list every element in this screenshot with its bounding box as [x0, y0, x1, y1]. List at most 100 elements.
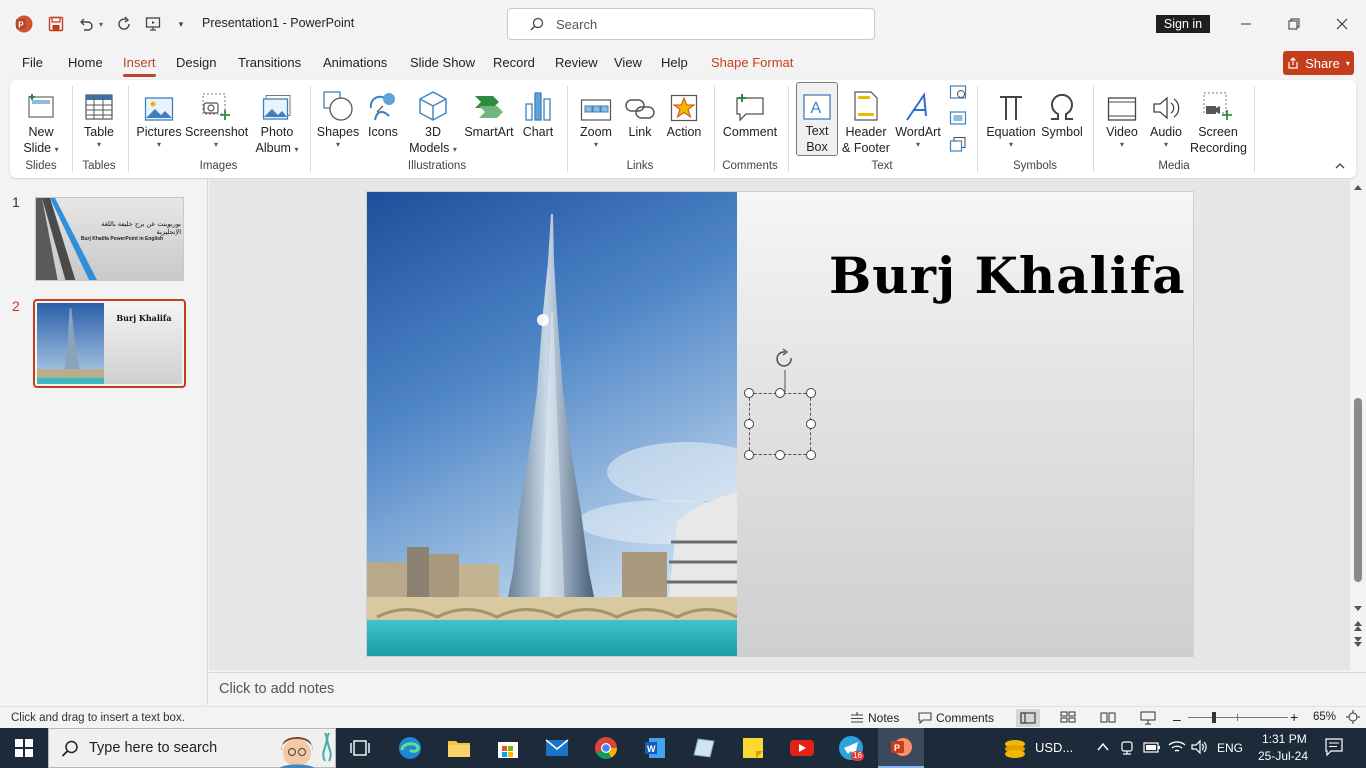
shapes-button[interactable]: Shapes ▾ — [316, 84, 360, 150]
wifi-icon[interactable] — [1168, 739, 1186, 755]
wordart-button[interactable]: WordArt ▾ — [894, 84, 942, 150]
next-slide-icon[interactable] — [1353, 636, 1363, 648]
slide-thumbnail-2[interactable]: Burj Khalifa — [33, 299, 186, 388]
tab-view[interactable]: View — [614, 55, 642, 70]
volume-icon[interactable] — [1190, 739, 1208, 755]
audio-button[interactable]: Audio ▾ — [1146, 84, 1186, 150]
sticky-notes-app-icon[interactable] — [739, 734, 767, 762]
tab-design[interactable]: Design — [176, 55, 216, 70]
zoom-slider-thumb[interactable] — [1212, 712, 1216, 723]
customize-toolbar-icon[interactable]: ▾ — [174, 14, 188, 34]
powerpoint-app-icon[interactable]: P — [878, 728, 924, 768]
video-button[interactable]: Video ▾ — [1102, 84, 1142, 150]
redo-icon[interactable] — [114, 14, 134, 34]
tab-animations[interactable]: Animations — [323, 55, 387, 70]
search-input[interactable]: Search — [507, 8, 875, 40]
pictures-button[interactable]: Pictures ▾ — [135, 84, 183, 150]
screen-recording-button[interactable]: Screen Recording — [1190, 84, 1247, 156]
notes-app-icon[interactable] — [690, 734, 718, 762]
vertical-scrollbar[interactable] — [1350, 180, 1366, 650]
slide-show-button[interactable] — [1140, 711, 1156, 725]
tab-record[interactable]: Record — [493, 55, 535, 70]
slide-sorter-button[interactable] — [1060, 711, 1076, 723]
input-language[interactable]: ENG — [1217, 741, 1243, 755]
tab-file[interactable]: File — [22, 55, 43, 70]
equation-button[interactable]: Equation ▾ — [984, 84, 1038, 150]
comment-button[interactable]: Comment — [720, 84, 780, 140]
chart-button[interactable]: Chart — [520, 84, 556, 140]
date-time-button[interactable] — [948, 84, 968, 104]
notifications-icon[interactable] — [1325, 738, 1343, 756]
currency-widget-label[interactable]: USD... — [1035, 740, 1073, 755]
slide-thumbnail-1[interactable]: بوربوينت عن برج خليفة باللغة الإنجليزية … — [35, 197, 184, 281]
undo-dropdown-icon[interactable]: ▾ — [96, 14, 106, 34]
normal-view-button[interactable] — [1016, 709, 1040, 727]
zoom-level[interactable]: 65% — [1313, 711, 1336, 723]
edge-app-icon[interactable] — [396, 734, 424, 762]
current-slide[interactable]: Burj Khalifa — [366, 191, 1194, 657]
zoom-out-button[interactable]: – — [1173, 711, 1181, 727]
battery-icon[interactable] — [1143, 740, 1161, 754]
scroll-up-icon[interactable] — [1353, 183, 1363, 191]
resize-handle-left[interactable] — [744, 419, 754, 429]
table-button[interactable]: Table ▾ — [78, 84, 120, 150]
tab-slide-show[interactable]: Slide Show — [410, 55, 475, 70]
header-footer-button[interactable]: Header & Footer — [842, 84, 890, 156]
fit-slide-button[interactable] — [1346, 710, 1360, 724]
comments-toggle-button[interactable]: Comments — [918, 711, 994, 725]
notes-placeholder[interactable]: Click to add notes — [219, 681, 334, 697]
close-button[interactable] — [1330, 12, 1354, 36]
webcam-icon[interactable] — [1120, 740, 1134, 756]
zoom-button[interactable]: Zoom ▾ — [576, 84, 616, 150]
text-box-button[interactable]: A Text Box — [796, 82, 838, 156]
tab-help[interactable]: Help — [661, 55, 688, 70]
youtube-app-icon[interactable] — [788, 734, 816, 762]
tab-insert[interactable]: Insert — [123, 55, 156, 77]
word-app-icon[interactable]: W — [641, 734, 669, 762]
resize-handle-bottom-left[interactable] — [744, 450, 754, 460]
telegram-app-icon[interactable]: 16 — [837, 734, 865, 762]
microsoft-store-app-icon[interactable] — [494, 734, 522, 762]
new-slide-button[interactable]: New Slide ▾ — [20, 84, 62, 156]
3d-models-button[interactable]: 3D Models ▾ — [408, 84, 458, 156]
burj-khalifa-photo[interactable] — [367, 192, 737, 657]
smartart-button[interactable]: SmartArt — [464, 84, 514, 140]
notes-pane[interactable]: Click to add notes — [209, 672, 1366, 705]
task-view-button[interactable] — [346, 734, 374, 762]
resize-handle-top-right[interactable] — [806, 388, 816, 398]
resize-handle-bottom-right[interactable] — [806, 450, 816, 460]
restore-button[interactable] — [1282, 12, 1306, 36]
photo-album-button[interactable]: Photo Album ▾ — [252, 84, 302, 156]
symbol-button[interactable]: Symbol — [1038, 84, 1086, 140]
mail-app-icon[interactable] — [543, 734, 571, 762]
tab-review[interactable]: Review — [555, 55, 598, 70]
reading-view-button[interactable] — [1100, 711, 1116, 723]
action-button[interactable]: Action — [662, 84, 706, 140]
collapse-ribbon-icon[interactable] — [1334, 160, 1348, 174]
scroll-down-icon[interactable] — [1353, 605, 1363, 613]
show-hidden-icons[interactable] — [1097, 742, 1109, 752]
screenshot-button[interactable]: Screenshot ▾ — [185, 84, 248, 150]
currency-widget-icon[interactable] — [1002, 736, 1028, 760]
present-from-start-icon[interactable] — [143, 14, 163, 34]
notes-toggle-button[interactable]: Notes — [850, 711, 899, 725]
save-icon[interactable] — [46, 14, 66, 34]
undo-icon[interactable] — [76, 14, 96, 34]
icons-button[interactable]: Icons — [364, 84, 402, 140]
resize-handle-right[interactable] — [806, 419, 816, 429]
minimize-button[interactable] — [1234, 12, 1258, 36]
resize-handle-top[interactable] — [775, 388, 785, 398]
zoom-in-button[interactable]: + — [1290, 709, 1298, 725]
object-button[interactable] — [948, 136, 968, 156]
resize-handle-top-left[interactable] — [744, 388, 754, 398]
tab-shape-format[interactable]: Shape Format — [711, 55, 793, 70]
sign-in-button[interactable]: Sign in — [1156, 15, 1210, 33]
windows-start-button[interactable] — [10, 734, 38, 762]
clock-date[interactable]: 25-Jul-24 — [1258, 749, 1308, 763]
tab-home[interactable]: Home — [68, 55, 103, 70]
rotation-handle-icon[interactable] — [771, 348, 799, 394]
file-explorer-app-icon[interactable] — [445, 734, 473, 762]
clock-time[interactable]: 1:31 PM — [1262, 732, 1307, 746]
share-button[interactable]: Share ▾ — [1283, 51, 1354, 75]
new-text-box[interactable] — [749, 393, 811, 455]
